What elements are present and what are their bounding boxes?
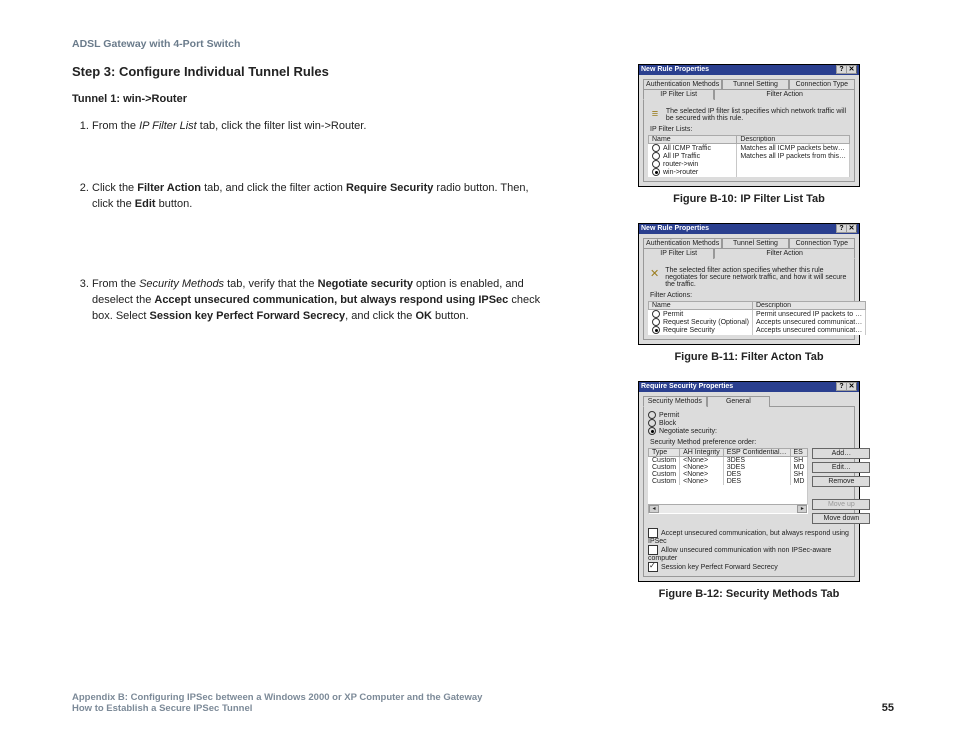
filter-icon: ≡: [650, 108, 660, 122]
tab-connection-type[interactable]: Connection Type: [789, 238, 855, 248]
move-up-button[interactable]: Move up: [812, 499, 870, 510]
dialog-message: The selected filter action specifies whe…: [665, 267, 848, 288]
edit-button[interactable]: Edit…: [812, 462, 870, 473]
radio-negotiate-security[interactable]: Negotiate security:: [659, 428, 717, 435]
help-icon[interactable]: ?: [836, 65, 846, 74]
tunnel-title: Tunnel 1: win->Router: [72, 93, 542, 105]
help-icon[interactable]: ?: [836, 382, 846, 391]
tab-auth-methods[interactable]: Authentication Methods: [643, 79, 722, 89]
close-icon[interactable]: ✕: [846, 65, 857, 74]
page-header: ADSL Gateway with 4-Port Switch: [72, 38, 894, 50]
dialog-require-security-properties: Require Security Properties ?✕ Security …: [638, 381, 860, 582]
dialog-message: The selected IP filter list specifies wh…: [666, 108, 848, 122]
check-session-key-pfs[interactable]: Session key Perfect Forward Secrecy: [661, 564, 778, 571]
tab-general[interactable]: General: [707, 396, 771, 407]
security-methods-table[interactable]: TypeAH IntegrityESP Confidential…ES Cust…: [648, 448, 808, 504]
page-number: 55: [882, 702, 894, 714]
radio-permit[interactable]: Permit: [659, 412, 679, 419]
step-title: Step 3: Configure Individual Tunnel Rule…: [72, 64, 542, 79]
move-down-button[interactable]: Move down: [812, 513, 870, 524]
close-icon[interactable]: ✕: [846, 224, 857, 233]
footer-line-1: Appendix B: Configuring IPSec between a …: [72, 692, 482, 703]
list-item: From the IP Filter List tab, click the f…: [92, 119, 542, 135]
group-label: Filter Actions:: [650, 292, 850, 299]
help-icon[interactable]: ?: [836, 224, 846, 233]
ip-filter-lists-table[interactable]: Name Description All ICMP TrafficMatches…: [648, 135, 850, 177]
horizontal-scrollbar[interactable]: ◂▸: [648, 504, 808, 514]
title-bar: Require Security Properties ?✕: [639, 382, 859, 392]
close-icon[interactable]: ✕: [846, 382, 857, 391]
filter-action-icon: ✕: [650, 267, 659, 281]
dialog-new-rule-properties: New Rule Properties ?✕ Authentication Me…: [638, 223, 860, 345]
figure-caption: Figure B-10: IP Filter List Tab: [604, 193, 894, 205]
tab-filter-action[interactable]: Filter Action: [714, 89, 855, 100]
tab-tunnel-setting[interactable]: Tunnel Setting: [722, 79, 788, 89]
list-item: From the Security Methods tab, verify th…: [92, 277, 542, 325]
main-instructions: Step 3: Configure Individual Tunnel Rule…: [72, 64, 542, 618]
footer-line-2: How to Establish a Secure IPSec Tunnel: [72, 703, 482, 714]
tab-filter-action[interactable]: Filter Action: [714, 248, 855, 259]
pref-order-label: Security Method preference order:: [650, 439, 850, 446]
check-allow-unsecured[interactable]: Allow unsecured communication with non I…: [648, 547, 831, 562]
tab-ip-filter-list[interactable]: IP Filter List: [643, 89, 714, 100]
figure-caption: Figure B-12: Security Methods Tab: [604, 588, 894, 600]
tab-connection-type[interactable]: Connection Type: [789, 79, 855, 89]
figure-b10: New Rule Properties ?✕ Authentication Me…: [604, 64, 894, 205]
tab-auth-methods[interactable]: Authentication Methods: [643, 238, 722, 248]
group-label: IP Filter Lists:: [650, 126, 850, 133]
remove-button[interactable]: Remove: [812, 476, 870, 487]
list-item: Click the Filter Action tab, and click t…: [92, 181, 542, 213]
title-bar: New Rule Properties ?✕: [639, 224, 859, 234]
figure-caption: Figure B-11: Filter Acton Tab: [604, 351, 894, 363]
filter-actions-table[interactable]: Name Description PermitPermit unsecured …: [648, 301, 866, 335]
figure-b11: New Rule Properties ?✕ Authentication Me…: [604, 223, 894, 363]
check-accept-unsecured[interactable]: Accept unsecured communication, but alwa…: [648, 530, 849, 545]
title-bar: New Rule Properties ?✕: [639, 65, 859, 75]
tab-tunnel-setting[interactable]: Tunnel Setting: [722, 238, 788, 248]
add-button[interactable]: Add…: [812, 448, 870, 459]
tab-ip-filter-list[interactable]: IP Filter List: [643, 248, 714, 259]
tab-security-methods[interactable]: Security Methods: [643, 396, 707, 407]
dialog-new-rule-properties: New Rule Properties ?✕ Authentication Me…: [638, 64, 860, 187]
radio-block[interactable]: Block: [659, 420, 676, 427]
figure-b12: Require Security Properties ?✕ Security …: [604, 381, 894, 600]
page-footer: Appendix B: Configuring IPSec between a …: [72, 692, 894, 714]
